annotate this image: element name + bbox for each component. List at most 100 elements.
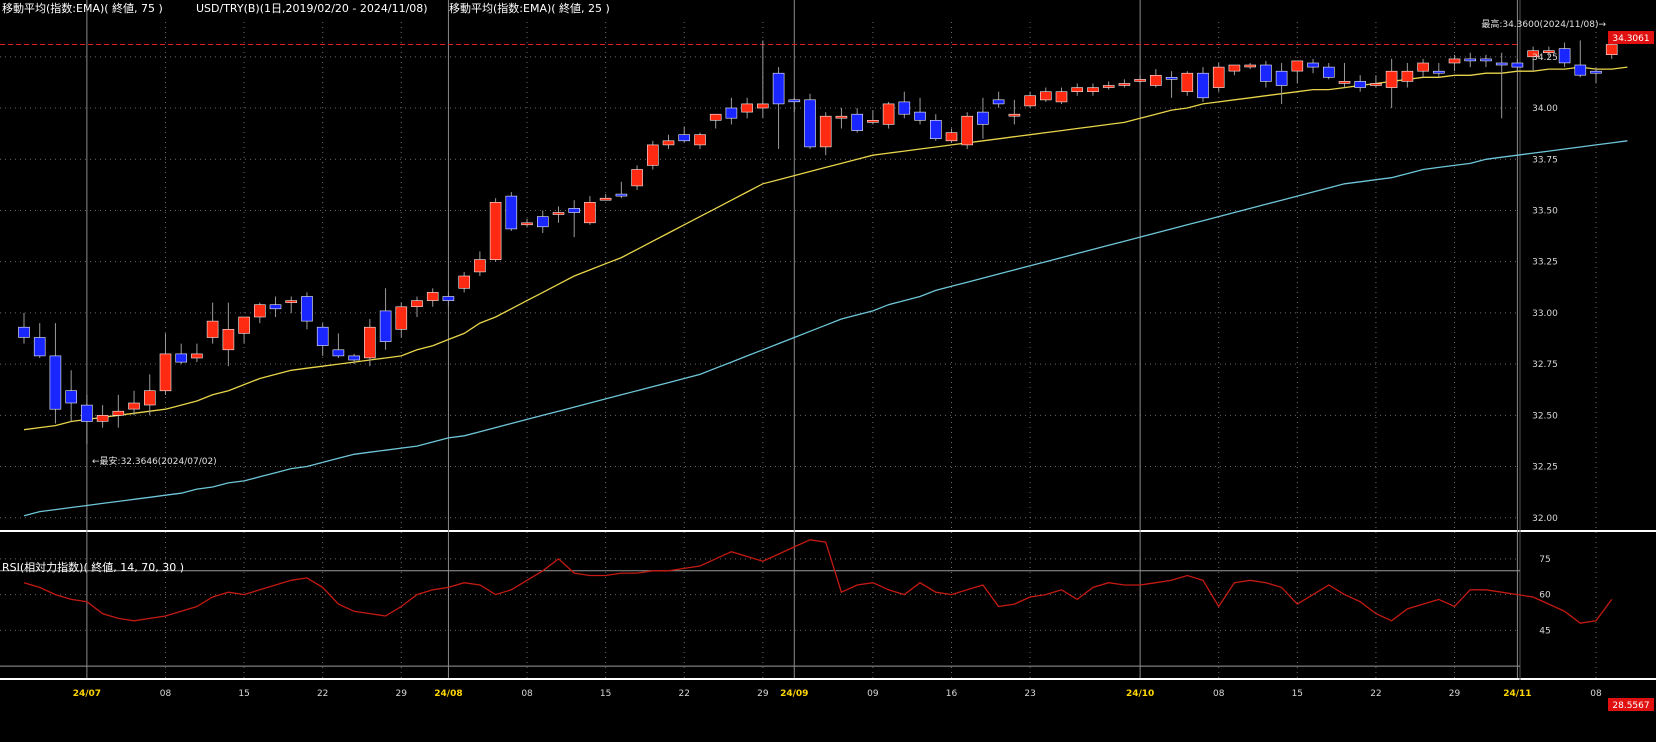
candle-down xyxy=(1433,70,1445,74)
candle-down xyxy=(1307,62,1319,68)
candle-up xyxy=(1385,70,1398,88)
candle-down xyxy=(65,390,77,404)
candle-up xyxy=(552,212,565,215)
candle-up xyxy=(835,115,848,119)
candle-up xyxy=(756,103,769,109)
x-tick-label: 29 xyxy=(396,689,408,699)
candle-up xyxy=(741,103,753,113)
rsi-current-label: 28.5567 xyxy=(1612,701,1649,711)
rsi-tick-label: 60 xyxy=(1539,591,1551,601)
candle-down xyxy=(977,111,989,125)
candle-down xyxy=(568,208,581,213)
candle-down xyxy=(992,99,1005,105)
rsi-line xyxy=(23,539,1613,624)
candle-down xyxy=(49,355,62,410)
candle-up xyxy=(1605,44,1618,55)
price-tick-label: 32.25 xyxy=(1532,463,1558,473)
candle-up xyxy=(238,316,250,334)
candle-up xyxy=(1040,91,1052,101)
candle-down xyxy=(1260,64,1272,82)
candle-up xyxy=(694,134,706,146)
candle-down xyxy=(1354,81,1366,88)
candle-up xyxy=(254,304,266,318)
ema75-legend: 移動平均(指数:EMA)( 終値, 75 ) xyxy=(2,1,163,15)
x-tick-label: 22 xyxy=(317,689,328,699)
candle-down xyxy=(1165,77,1178,80)
candle-up xyxy=(1417,62,1429,72)
x-tick-label: 24/11 xyxy=(1503,689,1531,699)
candle-up xyxy=(96,414,109,422)
candle-up xyxy=(882,103,895,125)
candle-up xyxy=(599,197,612,201)
candle-up xyxy=(1055,91,1068,103)
price-tick-label: 33.75 xyxy=(1532,155,1558,165)
labels-layer: 32.00 32.25 32.50 32.75 33.00 33.25 33.50 33.75… xyxy=(73,53,1602,699)
candle-up xyxy=(1181,72,1194,92)
x-tick-label: 15 xyxy=(1292,689,1303,699)
candle-down xyxy=(804,99,816,148)
candle-down xyxy=(1558,48,1571,64)
candle-up xyxy=(1071,87,1083,92)
candle-up xyxy=(206,320,219,338)
candle-up xyxy=(867,120,879,123)
price-tick-label: 34.00 xyxy=(1532,104,1558,114)
candle-up xyxy=(709,113,722,121)
rsi-legend: RSI(相対力指数)( 終値, 14, 70, 30 ) xyxy=(2,560,184,574)
candle-down xyxy=(379,310,392,342)
x-tick-label: 09 xyxy=(867,689,879,699)
candle-up xyxy=(1338,81,1351,84)
candle-down xyxy=(615,193,628,197)
current-price-label: 34.3061 xyxy=(1612,34,1649,44)
price-tick-label: 33.25 xyxy=(1532,258,1558,268)
candle-up xyxy=(222,328,235,351)
candle-up xyxy=(285,300,298,303)
high-annotation: 最高:34.3600(2024/11/08)→ xyxy=(1481,18,1606,30)
candle-down xyxy=(929,120,942,140)
series-layer xyxy=(18,34,1628,624)
candle-up xyxy=(662,140,675,146)
candle-down xyxy=(442,296,455,301)
low-annotation: ←最安:32.3646(2024/07/02) xyxy=(92,455,217,467)
x-tick-label: 23 xyxy=(1024,689,1035,699)
candle-up xyxy=(426,292,439,301)
candle-down xyxy=(1590,70,1602,74)
candle-down xyxy=(725,107,738,119)
candle-down xyxy=(175,353,187,363)
candle-up xyxy=(1212,66,1225,88)
rsi-tick-label: 75 xyxy=(1539,555,1550,565)
candle-up xyxy=(521,222,533,226)
candle-up xyxy=(1118,83,1131,86)
price-tick-label: 33.50 xyxy=(1532,206,1558,216)
x-tick-label: 08 xyxy=(1213,689,1225,699)
x-tick-label: 24/10 xyxy=(1126,689,1154,699)
candle-up xyxy=(1024,95,1036,107)
candle-up xyxy=(1134,79,1146,82)
candle-up xyxy=(1150,75,1162,86)
candle-up xyxy=(112,410,125,416)
candle-down xyxy=(301,296,313,322)
candle-down xyxy=(81,404,93,422)
candle-up xyxy=(1244,64,1256,68)
candle-down xyxy=(788,99,801,103)
candle-up xyxy=(1401,70,1414,82)
chart-canvas: 32.00 32.25 32.50 32.75 33.00 33.25 33.50 33.75… xyxy=(0,0,1656,711)
candle-down xyxy=(348,355,360,361)
candle-down xyxy=(1275,70,1288,86)
candle-down xyxy=(1480,58,1492,62)
candle-down xyxy=(851,113,864,131)
candle-up xyxy=(159,353,172,392)
x-tick-label: 24/09 xyxy=(780,689,808,699)
candle-down xyxy=(332,349,345,357)
rsi-tick-label: 45 xyxy=(1539,626,1550,636)
candle-up xyxy=(489,202,502,261)
x-tick-label: 29 xyxy=(757,689,769,699)
candle-up xyxy=(1448,58,1461,64)
candle-up xyxy=(411,300,423,308)
x-tick-label: 08 xyxy=(521,689,533,699)
candle-up xyxy=(819,115,832,148)
candle-down xyxy=(1197,72,1209,99)
candle-down xyxy=(269,304,282,310)
candle-up xyxy=(1102,85,1115,88)
ema25-legend: 移動平均(指数:EMA)( 終値, 25 ) xyxy=(449,1,610,15)
candle-down xyxy=(1464,58,1476,62)
